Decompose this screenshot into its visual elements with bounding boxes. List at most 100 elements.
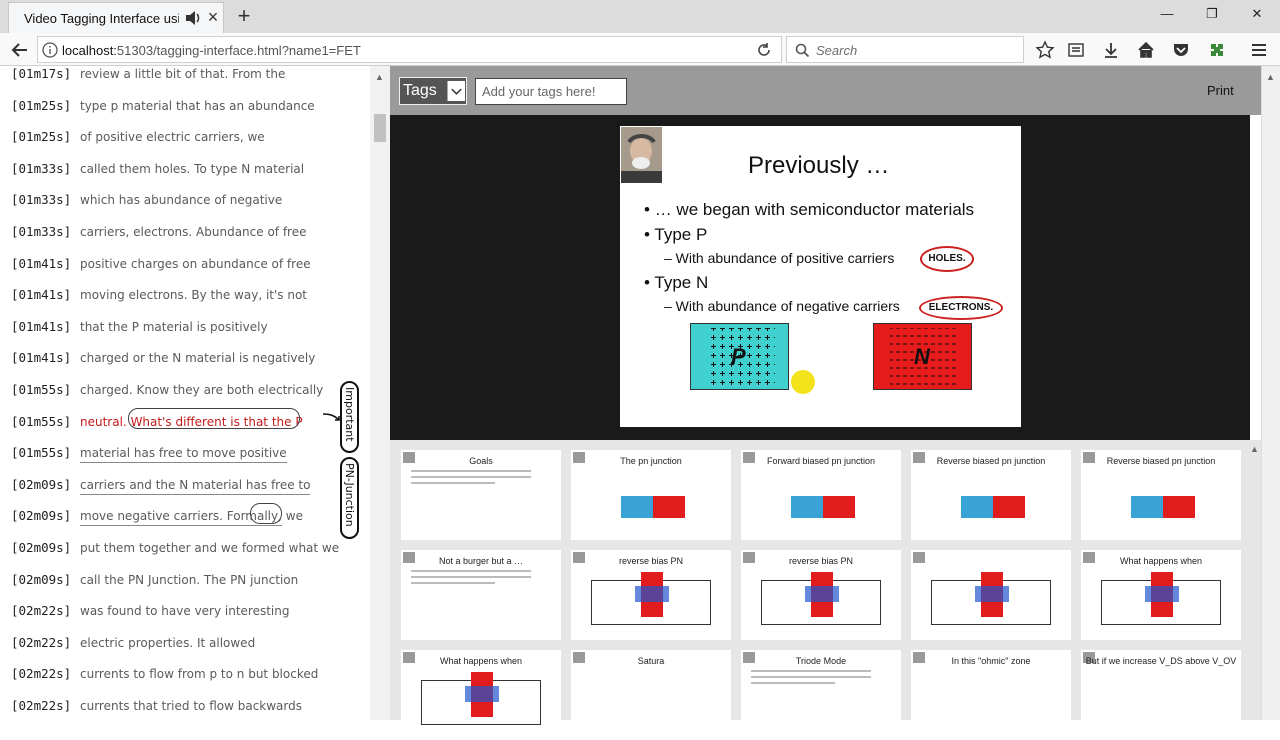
timestamp[interactable]: [01m33s] — [11, 192, 71, 207]
timestamp[interactable]: [02m09s] — [11, 508, 71, 523]
close-tab-button[interactable]: × — [204, 8, 222, 26]
transcript-row[interactable]: [01m17s] review a little bit of that. Fro… — [0, 66, 370, 84]
transcript-row[interactable]: [02m09s] call the PN Junction. The PN jun… — [0, 570, 370, 590]
timestamp[interactable]: [01m25s] — [11, 129, 71, 144]
timestamp[interactable]: [01m41s] — [11, 256, 71, 271]
timestamp[interactable]: [02m22s] — [11, 603, 71, 618]
transcript-row[interactable]: [02m09s] move negative carriers. Formally… — [0, 506, 370, 527]
print-button[interactable]: Print — [1207, 83, 1234, 98]
pointer-highlight — [791, 370, 815, 394]
tag-important-label: Important — [343, 387, 356, 442]
page-scrollbar[interactable]: ▲ — [1261, 66, 1280, 720]
transcript-row[interactable]: [02m22s] electric properties. It allowed — [0, 633, 370, 653]
transcript-row[interactable]: [01m33s] called them holes. To type N mat… — [0, 159, 370, 179]
video-player[interactable]: Previously … • … we began with semicondu… — [390, 115, 1250, 440]
n-region — [823, 496, 855, 518]
transcript-scrollbar[interactable]: ▲ — [370, 66, 390, 720]
transcript-text-main: called them holes. To type N material — [80, 161, 305, 176]
timestamp[interactable]: [02m09s] — [11, 477, 71, 492]
slide-thumbnail[interactable]: The pn junction — [571, 450, 731, 540]
thumbnail-text-lines — [751, 670, 871, 688]
slide-thumbnail[interactable]: Reverse biased pn junction — [911, 450, 1071, 540]
slide-thumbnail[interactable]: Not a burger but a … — [401, 550, 561, 640]
reload-icon[interactable] — [755, 41, 773, 59]
back-arrow-icon[interactable] — [9, 39, 31, 61]
home-icon[interactable] — [1136, 40, 1156, 60]
page-scroll-up-icon[interactable]: ▲ — [1266, 72, 1275, 82]
transcript-text: that the P material is positively — [80, 320, 268, 334]
speaker-icon[interactable] — [184, 9, 202, 27]
transcript-row[interactable]: [01m33s] which has abundance of negative — [0, 190, 370, 210]
transcript-text-main: which has abundance of negative — [80, 193, 283, 208]
browser-tab[interactable]: Video Tagging Interface using × — [8, 2, 224, 33]
scrollbar-thumb[interactable] — [374, 114, 386, 142]
minimize-button[interactable]: — — [1155, 6, 1179, 24]
timestamp[interactable]: [02m09s] — [11, 572, 71, 587]
slide-thumbnail[interactable]: Forward biased pn junction — [741, 450, 901, 540]
timestamp[interactable]: [01m33s] — [11, 224, 71, 239]
timestamp[interactable]: [02m22s] — [11, 698, 71, 713]
timestamp[interactable]: [01m33s] — [11, 161, 71, 176]
menu-icon[interactable] — [1249, 40, 1269, 60]
transcript-row[interactable]: [01m41s] moving electrons. By the way, it… — [0, 285, 370, 305]
slide-thumbnail[interactable]: Reverse biased pn junction — [1081, 450, 1241, 540]
transcript-row[interactable]: [01m33s] carriers, electrons. Abundance o… — [0, 222, 370, 242]
tag-important[interactable]: Important — [340, 381, 359, 453]
timestamp[interactable]: [01m55s] — [11, 414, 71, 429]
slide-thumbnail[interactable]: Goals — [401, 450, 561, 540]
transcript-row[interactable]: [01m55s] material has free to move positi… — [0, 443, 370, 464]
slide-thumbnail[interactable]: reverse bias PN — [571, 550, 731, 640]
timestamp[interactable]: [01m41s] — [11, 287, 71, 302]
timestamp[interactable]: [01m55s] — [11, 445, 71, 460]
transcript-row[interactable]: [02m22s] currents to flow from p to n but… — [0, 664, 370, 684]
transcript-row[interactable]: [02m09s] carriers and the N material has … — [0, 475, 370, 495]
tags-input[interactable] — [475, 78, 627, 105]
slide-thumbnail[interactable]: What happens when — [401, 650, 561, 740]
slide-thumbnail[interactable]: In this "ohmic" zone — [911, 650, 1071, 740]
pocket-icon[interactable] — [1171, 40, 1191, 60]
slide-thumbnail[interactable]: reverse bias PN — [741, 550, 901, 640]
slide-thumbnail[interactable]: But if we increase V_DS above V_OV — [1081, 650, 1241, 740]
transcript-text-main: material has free to move positive — [80, 446, 287, 464]
tags-dropdown[interactable]: Tags — [399, 77, 467, 105]
search-bar[interactable]: Search — [786, 36, 1024, 63]
slide-thumbnail[interactable]: Triode Mode — [741, 650, 901, 740]
transcript-row[interactable]: [01m41s] charged or the N material is neg… — [0, 348, 370, 368]
extension-icon[interactable] — [1207, 40, 1227, 60]
search-placeholder: Search — [816, 43, 858, 58]
timestamp[interactable]: [01m25s] — [11, 98, 71, 113]
reading-list-icon[interactable] — [1066, 40, 1086, 60]
scroll-up-arrow-icon[interactable]: ▲ — [375, 72, 384, 82]
timestamp[interactable]: [01m55s] — [11, 382, 71, 397]
slide-thumbnail[interactable]: Satura — [571, 650, 731, 740]
transcript-row[interactable]: [02m22s] was found to have very interesti… — [0, 601, 370, 621]
new-tab-button[interactable]: + — [233, 3, 255, 29]
timestamp[interactable]: [02m09s] — [11, 540, 71, 555]
timestamp[interactable]: [01m17s] — [11, 66, 71, 81]
thumbs-scroll-up-icon[interactable]: ▲ — [1250, 444, 1259, 454]
transcript-row[interactable]: [01m41s] positive charges on abundance of… — [0, 254, 370, 274]
timestamp[interactable]: [01m41s] — [11, 319, 71, 334]
timestamp[interactable]: [01m41s] — [11, 350, 71, 365]
timestamp[interactable]: [02m22s] — [11, 635, 71, 650]
download-icon[interactable] — [1101, 40, 1121, 60]
transcript-row[interactable]: [01m55s] charged. Know they are both elec… — [0, 380, 370, 400]
timestamp[interactable]: [02m22s] — [11, 666, 71, 681]
transcript-row[interactable]: [01m25s] of positive electric carriers, w… — [0, 127, 370, 147]
info-icon[interactable] — [42, 42, 58, 58]
slide-thumbnail[interactable]: What happens when — [1081, 550, 1241, 640]
transcript-panel[interactable]: [01m17s] review a little bit of that. Fro… — [0, 66, 390, 720]
transcript-row[interactable]: [02m22s] currents that tried to flow back… — [0, 696, 370, 716]
restore-button[interactable]: ❐ — [1200, 6, 1224, 24]
thumbnail-title: reverse bias PN — [618, 556, 684, 566]
transcript-row[interactable]: [01m25s] type p material that has an abun… — [0, 96, 370, 116]
transcript-row[interactable]: [01m41s] that the P material is positivel… — [0, 317, 370, 337]
tag-pn-junction[interactable]: PN-Junction — [340, 457, 359, 539]
slide-thumbnail[interactable] — [911, 550, 1071, 640]
bookmark-star-icon[interactable] — [1035, 40, 1055, 60]
slide-bullet-text: Type N — [654, 273, 709, 292]
transcript-row[interactable]: [02m09s] put them together and we formed … — [0, 538, 370, 558]
close-window-button[interactable]: ✕ — [1245, 6, 1269, 24]
url-bar[interactable]: localhost:51303/tagging-interface.html?n… — [37, 36, 782, 63]
thumbnail-title: reverse bias PN — [788, 556, 854, 566]
